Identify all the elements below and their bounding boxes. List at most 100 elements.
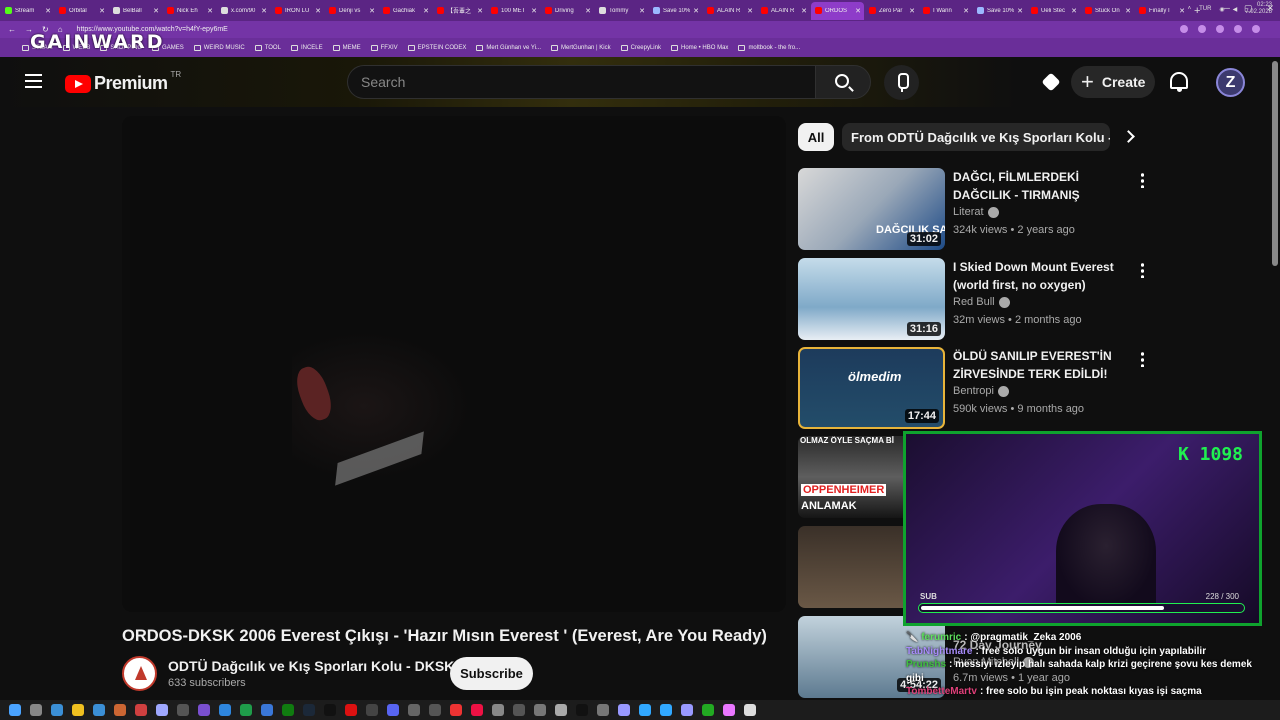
recommendation-title[interactable]: ÖLDÜ SANILIP EVEREST'İN ZİRVESİNDE TERK … (953, 347, 1131, 383)
tab-close-icon[interactable]: ✕ (477, 7, 483, 15)
browser-tab[interactable]: 【吾輩之 ✕ (433, 2, 486, 20)
taskbar-app-icon[interactable] (555, 704, 567, 716)
browser-tab[interactable]: Tommy ✕ (595, 2, 648, 20)
tab-close-icon[interactable]: ✕ (207, 7, 213, 15)
tab-close-icon[interactable]: ✕ (261, 7, 267, 15)
browser-tab[interactable]: Save 10% ✕ (649, 2, 702, 20)
browser-tab[interactable]: x.com/90 ✕ (217, 2, 270, 20)
bookmark-item[interactable]: TOOL (254, 44, 281, 51)
bookmark-item[interactable]: MertGunhan | Kick (551, 44, 611, 51)
bookmark-item[interactable]: Mert Günhan ve Yi... (476, 44, 541, 51)
taskbar-app-icon[interactable] (177, 704, 189, 716)
bookmark-item[interactable]: CreepyLink (620, 44, 661, 51)
browser-tab[interactable]: Stream ✕ (1, 2, 54, 20)
browser-tab[interactable]: I Wann ✕ (919, 2, 972, 20)
start-icon[interactable] (9, 704, 21, 716)
volume-icon[interactable]: ◀ (1233, 6, 1238, 13)
recommendation-item[interactable]: DAĞCILIK SAHNE 31:02 DAĞCI, FİLMLERDEKİ … (798, 168, 1148, 250)
clock[interactable]: 02:23 7.02.2026 (1245, 2, 1272, 16)
bookmark-item[interactable]: EPSTEIN CODEX (407, 44, 466, 51)
tab-close-icon[interactable]: ✕ (1017, 7, 1023, 15)
tab-close-icon[interactable]: ✕ (585, 7, 591, 15)
taskbar-app-icon[interactable] (261, 704, 273, 716)
more-options-icon[interactable] (1141, 262, 1144, 278)
browser-tab[interactable]: ALAIN R ✕ (757, 2, 810, 20)
browser-tab[interactable]: Zero Par ✕ (865, 2, 918, 20)
taskbar-app-icon[interactable] (702, 704, 714, 716)
tab-close-icon[interactable]: ✕ (1071, 7, 1077, 15)
video-thumbnail[interactable]: DAĞCILIK SAHNE 31:02 (798, 168, 945, 250)
browser-tab[interactable]: Nick Eh ✕ (163, 2, 216, 20)
recommendation-item[interactable]: 31:16 I Skied Down Mount Everest (world … (798, 258, 1148, 340)
taskbar-app-icon[interactable] (744, 704, 756, 716)
browser-tab[interactable]: Gachiak ✕ (379, 2, 432, 20)
profile-icon[interactable] (1252, 25, 1260, 33)
tab-close-icon[interactable]: ✕ (801, 7, 807, 15)
tab-close-icon[interactable]: ✕ (531, 7, 537, 15)
browser-tab[interactable]: BelBall ✕ (109, 2, 162, 20)
bookmark-item[interactable]: moltbook - the fro... (738, 44, 800, 51)
tab-close-icon[interactable]: ✕ (747, 7, 753, 15)
avatar[interactable]: Z (1216, 68, 1245, 97)
browser-tab[interactable]: ORDOS ✕ (811, 1, 864, 20)
taskbar-app-icon[interactable] (303, 704, 315, 716)
taskbar-app-icon[interactable] (471, 704, 483, 716)
tab-close-icon[interactable]: ✕ (963, 7, 969, 15)
browser-tab[interactable]: Orbital ✕ (55, 2, 108, 20)
recommendation-title[interactable]: DAĞCI, FİLMLERDEKİ DAĞCILIK - TIRMANIŞ S… (953, 168, 1131, 204)
taskbar-app-icon[interactable] (576, 704, 588, 716)
taskbar-app-icon[interactable] (408, 704, 420, 716)
browser-tab[interactable]: 100 MET ✕ (487, 2, 540, 20)
tab-close-icon[interactable]: ✕ (315, 7, 321, 15)
taskbar-app-icon[interactable] (387, 704, 399, 716)
taskbar-app-icon[interactable] (534, 704, 546, 716)
tab-close-icon[interactable]: ✕ (369, 7, 375, 15)
channel-name[interactable]: ODTÜ Dağcılık ve Kış Sporları Kolu - DKS… (168, 658, 454, 674)
extension-icon[interactable] (1198, 25, 1206, 33)
bookmark-item[interactable]: WEIRD MUSIC (193, 44, 245, 51)
recommendation-channel[interactable]: Red Bull (953, 296, 1010, 308)
tab-close-icon[interactable]: ✕ (423, 7, 429, 15)
taskbar-app-icon[interactable] (156, 704, 168, 716)
more-options-icon[interactable] (1141, 172, 1144, 188)
chevron-up-icon[interactable]: ˄ (1188, 6, 1192, 12)
youtube-logo[interactable]: Premium TR (65, 70, 181, 94)
taskbar-app-icon[interactable] (198, 704, 210, 716)
taskbar-app-icon[interactable] (513, 704, 525, 716)
taskbar-app-icon[interactable] (366, 704, 378, 716)
taskbar-app-icon[interactable] (324, 704, 336, 716)
tab-close-icon[interactable]: ✕ (99, 7, 105, 15)
video-thumbnail[interactable]: 31:16 (798, 258, 945, 340)
bookmark-item[interactable]: FFXIV (370, 44, 398, 51)
sparkle-icon[interactable] (1041, 72, 1061, 92)
browser-tab[interactable]: Ueli Stec ✕ (1027, 2, 1080, 20)
taskbar-app-icon[interactable] (72, 704, 84, 716)
more-options-icon[interactable] (1141, 351, 1144, 367)
taskbar-app-icon[interactable] (618, 704, 630, 716)
browser-tab[interactable]: IRON LU ✕ (271, 2, 324, 20)
taskbar-app-icon[interactable] (639, 704, 651, 716)
language-indicator[interactable]: TUR (1199, 6, 1211, 12)
taskbar-app-icon[interactable] (114, 704, 126, 716)
chevron-right-icon[interactable] (1122, 130, 1135, 143)
bookmark-item[interactable]: Home • HBO Max (670, 44, 728, 51)
taskbar-app-icon[interactable] (723, 704, 735, 716)
tab-close-icon[interactable]: ✕ (693, 7, 699, 15)
taskbar-app-icon[interactable] (450, 704, 462, 716)
notifications-icon[interactable] (1170, 72, 1188, 92)
search-input[interactable]: Search (347, 65, 815, 99)
recommendation-channel[interactable]: Bentropi (953, 385, 1009, 397)
taskbar-app-icon[interactable] (51, 704, 63, 716)
chip-from-channel[interactable]: From ODTÜ Dağcılık ve Kış Sporları Kolu … (842, 123, 1110, 151)
taskbar-app-icon[interactable] (93, 704, 105, 716)
tab-close-icon[interactable]: ✕ (639, 7, 645, 15)
taskbar-app-icon[interactable] (429, 704, 441, 716)
recommendation-title[interactable]: I Skied Down Mount Everest (world first,… (953, 258, 1131, 294)
taskbar-app-icon[interactable] (597, 704, 609, 716)
video-thumbnail[interactable]: ölmedim 17:44 (798, 347, 945, 429)
voice-search-button[interactable] (884, 65, 919, 100)
browser-tab[interactable]: Driving ✕ (541, 2, 594, 20)
bookmark-item[interactable]: INCELE (290, 44, 323, 51)
extension-icon[interactable] (1180, 25, 1188, 33)
tab-close-icon[interactable]: ✕ (1179, 7, 1185, 15)
